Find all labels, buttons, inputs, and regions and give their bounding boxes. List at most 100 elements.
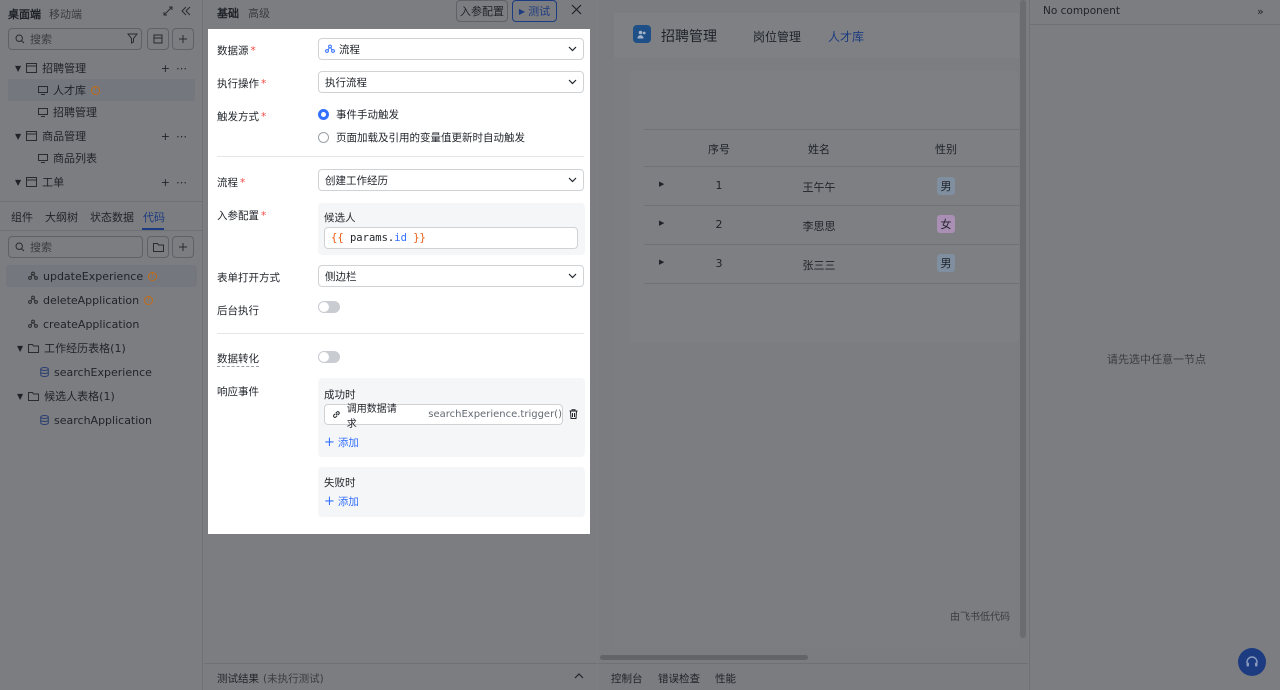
- param-expression-input[interactable]: {{ params. id }}: [324, 227, 578, 249]
- tab-mobile[interactable]: 移动端: [49, 6, 82, 22]
- divider: [644, 129, 1019, 130]
- tab-console[interactable]: 控制台: [611, 671, 643, 686]
- tree-group-recruit[interactable]: ▼ 招聘管理 +⋯: [0, 57, 203, 79]
- flow-select[interactable]: 创建工作经历: [318, 169, 584, 191]
- help-button[interactable]: [1238, 648, 1266, 676]
- cell-no: 3: [715, 257, 723, 270]
- code-item-search-experience[interactable]: searchExperience: [0, 361, 203, 383]
- tree-group-goods[interactable]: ▼ 商品管理 +⋯: [0, 125, 203, 147]
- page-search-input[interactable]: 搜索: [8, 28, 142, 50]
- background-label: 后台执行: [217, 305, 259, 317]
- fail-label: 失败时: [324, 477, 356, 489]
- warning-icon: !: [148, 271, 158, 281]
- preview-page: 招聘管理 岗位管理 人才库 序号 姓名 性别 ▶ 1 王午午 男 ▶ 2 李思思…: [614, 13, 1019, 648]
- caret-down-icon: ▼: [15, 177, 22, 187]
- folder-icon: [26, 131, 38, 141]
- add-code-button[interactable]: [172, 236, 194, 258]
- group-actions-icon[interactable]: +⋯: [161, 62, 193, 75]
- trigger-option-auto[interactable]: 页面加载及引用的变量值更新时自动触发: [318, 130, 525, 145]
- new-folder-button[interactable]: [147, 236, 169, 258]
- form-open-select[interactable]: 侧边栏: [318, 265, 584, 287]
- datasource-select[interactable]: 流程: [318, 38, 584, 60]
- action-label: 执行操作 *: [217, 78, 267, 90]
- tree-item-goods-list[interactable]: 商品列表: [0, 147, 203, 169]
- code-item-delete[interactable]: deleteApplication !: [0, 289, 203, 311]
- transform-toggle[interactable]: [318, 351, 340, 363]
- caret-right-icon[interactable]: ▶: [659, 219, 664, 227]
- headset-icon: [1246, 656, 1258, 667]
- code-item-update[interactable]: updateExperience !: [6, 265, 197, 287]
- vertical-scrollbar[interactable]: [1020, 0, 1026, 638]
- folder-icon: [26, 177, 38, 187]
- empty-hint: 请先选中任意一节点: [1107, 353, 1206, 366]
- test-button[interactable]: ▶ 测试: [512, 0, 557, 22]
- tab-state-data[interactable]: 状态数据: [90, 209, 134, 225]
- datasource-label: 数据源 *: [217, 45, 256, 57]
- divider: [598, 663, 1028, 664]
- play-icon: ▶: [518, 6, 526, 16]
- tree-item-talent[interactable]: 人才库 !: [8, 79, 195, 101]
- group-actions-icon[interactable]: +⋯: [161, 130, 193, 143]
- divider: [644, 244, 1019, 245]
- caret-right-icon[interactable]: ▶: [659, 258, 664, 266]
- tab-performance[interactable]: 性能: [715, 671, 736, 686]
- tab-error-check[interactable]: 错误检查: [658, 671, 700, 686]
- warning-icon: !: [144, 295, 154, 305]
- caret-down-icon: ▼: [17, 343, 24, 353]
- trigger-option-manual[interactable]: 事件手动触发: [318, 107, 399, 122]
- flow-icon: [28, 271, 38, 280]
- code-tree: updateExperience ! deleteApplication ! c…: [0, 265, 203, 431]
- code-folder-experience[interactable]: ▼ 工作经历表格(1): [0, 337, 203, 359]
- group-actions-icon[interactable]: +⋯: [161, 176, 193, 189]
- config-dialog: 数据源 * 流程 执行操作 * 执行流程 触发方式 * 事件手动触发 页面加载及引用的…: [208, 29, 590, 534]
- database-icon: [40, 415, 49, 425]
- flow-label: 流程 *: [217, 177, 246, 189]
- chevron-down-icon: [568, 46, 577, 52]
- nav-talent[interactable]: 人才库: [828, 28, 864, 45]
- code-item-search-application[interactable]: searchApplication: [0, 409, 203, 431]
- tab-components[interactable]: 组件: [11, 209, 33, 225]
- app-title: 招聘管理: [661, 29, 717, 45]
- double-chevron-right-icon[interactable]: »: [1257, 5, 1264, 18]
- tree-group-ticket[interactable]: ▼ 工单 +⋯: [0, 171, 203, 193]
- expand-icon[interactable]: [163, 6, 173, 16]
- code-folder-candidate[interactable]: ▼ 候选人表格(1): [0, 385, 203, 407]
- code-search-input[interactable]: 搜索: [8, 236, 143, 258]
- layout-button[interactable]: [147, 28, 169, 50]
- add-page-button[interactable]: [172, 28, 194, 50]
- tab-outline[interactable]: 大纲树: [45, 209, 78, 225]
- success-action-item[interactable]: 调用数据请求 searchExperience.trigger(): [324, 404, 563, 430]
- caret-right-icon[interactable]: ▶: [659, 180, 664, 188]
- table-card: [630, 71, 1019, 343]
- search-icon: [15, 242, 25, 252]
- tab-code[interactable]: 代码: [143, 209, 165, 225]
- action-select[interactable]: 执行流程: [318, 71, 584, 93]
- background-toggle[interactable]: [318, 301, 340, 313]
- fail-add-button[interactable]: + 添加: [324, 494, 359, 509]
- code-item-create[interactable]: createApplication: [0, 313, 203, 335]
- nav-jobs[interactable]: 岗位管理: [753, 28, 801, 45]
- success-add-button[interactable]: + 添加: [324, 435, 359, 450]
- flow-icon: [325, 44, 335, 53]
- delete-icon[interactable]: [569, 409, 578, 419]
- test-result-status: (未执行测试): [263, 673, 324, 685]
- horizontal-scrollbar[interactable]: [600, 655, 808, 660]
- tab-advanced[interactable]: 高级: [248, 5, 270, 21]
- tree-item-recruit-page[interactable]: 招聘管理: [0, 101, 203, 123]
- filter-icon[interactable]: [127, 33, 138, 44]
- chevron-up-icon[interactable]: [574, 672, 584, 679]
- watermark: 由飞书低代码: [950, 612, 1010, 623]
- params-config-button[interactable]: 入参配置: [456, 0, 508, 22]
- monitor-icon: [38, 85, 48, 95]
- close-icon[interactable]: [571, 4, 582, 15]
- collapse-icon[interactable]: [181, 6, 191, 16]
- transform-label: 数据转化: [217, 353, 259, 367]
- chevron-down-icon: [568, 273, 577, 279]
- panel-title: No component: [1043, 5, 1121, 17]
- divider: [644, 283, 1019, 284]
- folder-icon: [28, 344, 40, 353]
- folder-add-icon: [152, 243, 164, 252]
- tab-basic[interactable]: 基础: [217, 5, 239, 21]
- tab-desktop[interactable]: 桌面端: [8, 6, 41, 22]
- cell-no: 2: [715, 218, 723, 231]
